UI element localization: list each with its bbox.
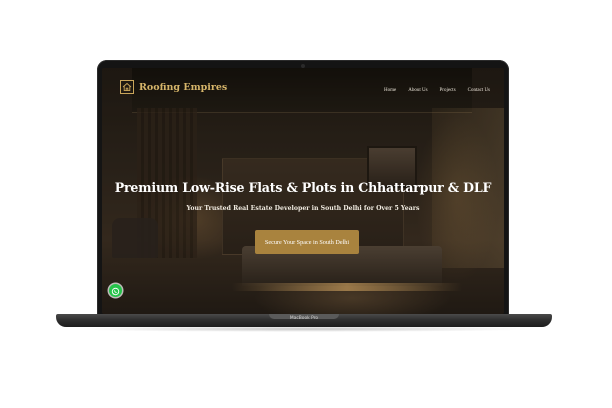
secure-space-button[interactable]: Secure Your Space in South Delhi xyxy=(255,230,359,254)
site-header: Roofing Empires Home About Us Projects C… xyxy=(102,68,504,112)
laptop-lid: Roofing Empires Home About Us Projects C… xyxy=(97,60,509,318)
hero-title: Premium Low-Rise Flats & Plots in Chhatt… xyxy=(114,180,492,195)
nav-link-contact-us[interactable]: Contact Us xyxy=(468,88,490,93)
whatsapp-chat-button[interactable] xyxy=(109,284,122,297)
site-logo[interactable]: Roofing Empires xyxy=(120,80,227,94)
website-screen: Roofing Empires Home About Us Projects C… xyxy=(102,68,504,314)
brand-name: Roofing Empires xyxy=(139,81,228,93)
nav-link-home[interactable]: Home xyxy=(384,88,396,93)
nav-link-about-us[interactable]: About Us xyxy=(408,88,427,93)
laptop-shadow xyxy=(70,326,538,332)
whatsapp-icon xyxy=(111,281,120,300)
nav-link-projects[interactable]: Projects xyxy=(440,88,456,93)
device-label: MacBook Pro xyxy=(289,316,319,321)
main-nav: Home About Us Projects Contact Us xyxy=(384,88,490,93)
hero-subtitle: Your Trusted Real Estate Developer in So… xyxy=(186,205,420,212)
house-icon xyxy=(120,80,134,94)
